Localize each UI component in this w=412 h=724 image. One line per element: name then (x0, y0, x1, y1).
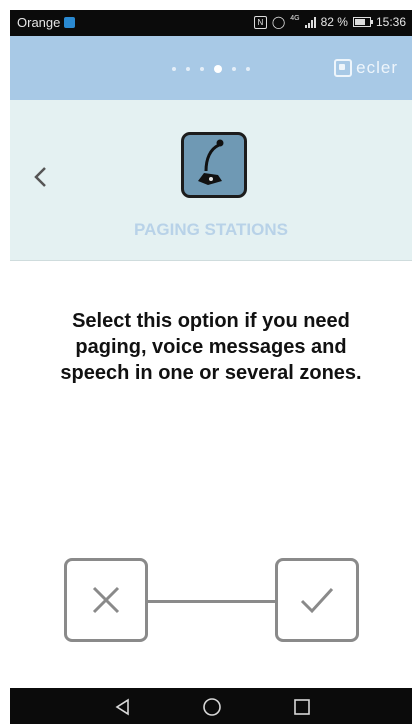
clock: 15:36 (375, 15, 406, 29)
paging-microphone-icon (198, 139, 224, 185)
square-recents-icon (294, 699, 310, 715)
cancel-button[interactable] (64, 558, 148, 642)
page-dot-active (214, 65, 222, 73)
close-icon (92, 586, 120, 614)
page-dot (172, 67, 176, 71)
carrier-name: Orange (17, 15, 61, 30)
page-dot (186, 67, 190, 71)
back-button[interactable] (30, 162, 52, 192)
system-nav-bar (10, 688, 412, 724)
nav-home-button[interactable] (202, 697, 222, 717)
nav-recents-button[interactable] (292, 697, 312, 717)
ecler-logo-icon (334, 59, 353, 77)
status-right: N ◯ 4G 82 % 15:36 (253, 14, 406, 29)
app-screen: Orange N ◯ 4G 82 % 15:36 ecler PAGING ST… (10, 0, 412, 724)
option-title: PAGING STATIONS (134, 220, 288, 239)
chevron-left-icon (34, 167, 46, 187)
page-dot (200, 67, 204, 71)
status-bar: Orange N ◯ 4G 82 % 15:36 (10, 10, 412, 36)
network-type: 4G (290, 14, 300, 22)
nfc-icon: N (253, 15, 267, 29)
triangle-back-icon (115, 698, 129, 716)
page-indicator (172, 65, 250, 73)
alarm-icon: ◯ (271, 15, 286, 29)
signal-icon (304, 16, 316, 28)
option-header: PAGING STATIONS (10, 100, 412, 261)
app-bar: ecler (10, 36, 412, 100)
circle-home-icon (203, 698, 221, 716)
nav-back-button[interactable] (113, 697, 133, 717)
app-notification-icon (64, 17, 76, 28)
battery-percent: 82 % (320, 15, 348, 29)
confirm-button[interactable] (275, 558, 359, 642)
check-icon (300, 587, 334, 614)
brand-logo: ecler (334, 58, 398, 78)
carrier-group: Orange (17, 15, 76, 30)
brand-name: ecler (356, 58, 398, 77)
page-dot (246, 67, 250, 71)
paging-station-icon (181, 132, 247, 198)
page-dot (232, 67, 236, 71)
choice-connector (148, 600, 275, 603)
battery-icon (352, 17, 373, 27)
option-description: Select this option if you need paging, v… (60, 310, 362, 384)
